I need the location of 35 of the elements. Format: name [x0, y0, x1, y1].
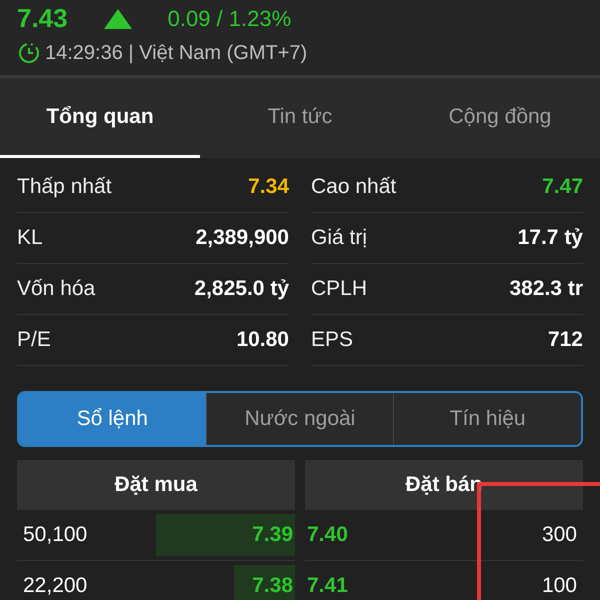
sell-volume: 300 [540, 523, 578, 547]
stat-value: 2,389,900 [196, 226, 289, 250]
stat-value: 712 [548, 328, 583, 352]
segment-tab[interactable]: Sổ lệnh [19, 393, 206, 445]
stat-value: 7.34 [248, 175, 289, 199]
stat-label: EPS [311, 328, 354, 352]
tab[interactable]: Tổng quan [0, 78, 200, 158]
stat-label: Cao nhất [311, 175, 396, 199]
sell-volume: 100 [540, 574, 578, 598]
segment-tab[interactable]: Tín hiệu [393, 393, 581, 445]
buy-volume: 22,200 [22, 574, 88, 598]
stat-value: 2,825.0 tỷ [194, 277, 289, 301]
stat-label: Vốn hóa [17, 277, 96, 301]
stat-label: Giá trị [311, 226, 368, 250]
stat-label: P/E [17, 328, 51, 352]
stat-label: Thấp nhất [17, 175, 112, 199]
buy-price: 7.39 [251, 523, 294, 547]
stat-value: 7.47 [542, 175, 583, 199]
stat-value: 382.3 tr [509, 277, 583, 301]
stat-value: 10.80 [236, 328, 289, 352]
stat-label: CPLH [311, 277, 368, 301]
stat-value: 17.7 tỷ [518, 226, 583, 250]
tab[interactable]: Tin tức [200, 78, 400, 158]
stat-label: KL [17, 226, 43, 250]
timestamp: 14:29:36 | Việt Nam (GMT+7) [45, 42, 308, 64]
segment-tab[interactable]: Nước ngoài [206, 393, 394, 445]
tab[interactable]: Cộng đồng [400, 78, 600, 158]
price-change: 0.09 / 1.23% [168, 6, 292, 31]
stock-price: 7.43 [17, 4, 68, 33]
buy-header: Đặt mua [17, 460, 295, 510]
buy-volume: 50,100 [22, 523, 88, 547]
clock-icon [17, 41, 41, 65]
buy-price: 7.38 [251, 574, 294, 598]
sell-price: 7.41 [306, 574, 349, 598]
sell-price: 7.40 [306, 523, 349, 547]
